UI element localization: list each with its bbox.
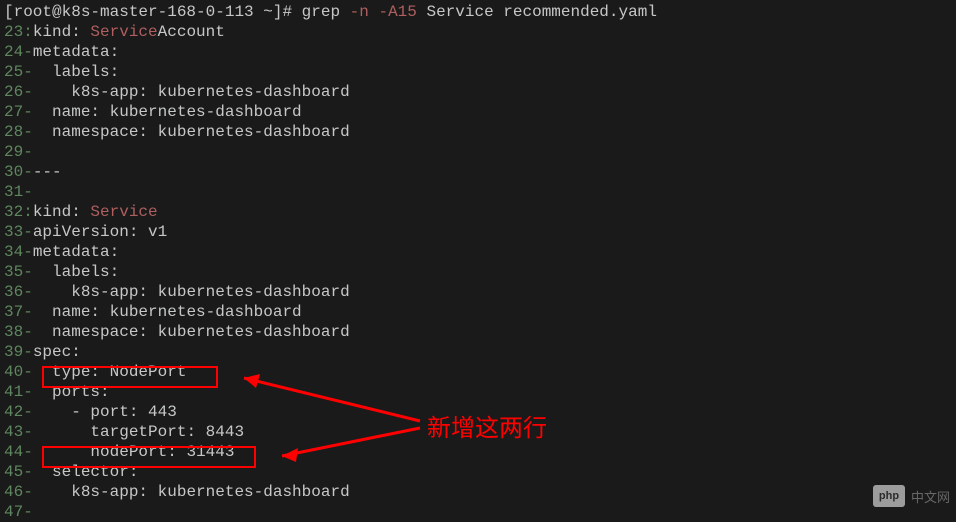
output-line: 35- labels: <box>4 262 952 282</box>
output-line: 27- name: kubernetes-dashboard <box>4 102 952 122</box>
watermark-text: 中文网 <box>911 487 950 506</box>
output-line: 47- <box>4 502 952 522</box>
watermark-logo: php <box>873 485 905 507</box>
output-line: 44- nodePort: 31443 <box>4 442 952 462</box>
output-line: 33-apiVersion: v1 <box>4 222 952 242</box>
output-line: 34-metadata: <box>4 242 952 262</box>
output-line: 23:kind: ServiceAccount <box>4 22 952 42</box>
output-line: 31- <box>4 182 952 202</box>
output-line: 25- labels: <box>4 62 952 82</box>
output-line: 41- ports: <box>4 382 952 402</box>
output-line: 26- k8s-app: kubernetes-dashboard <box>4 82 952 102</box>
output-line: 24-metadata: <box>4 42 952 62</box>
output-line: 43- targetPort: 8443 <box>4 422 952 442</box>
output-line: 32:kind: Service <box>4 202 952 222</box>
watermark: php 中文网 <box>873 485 950 507</box>
output-line: 30---- <box>4 162 952 182</box>
output-line: 46- k8s-app: kubernetes-dashboard <box>4 482 952 502</box>
output-line: 37- name: kubernetes-dashboard <box>4 302 952 322</box>
output-line: 40- type: NodePort <box>4 362 952 382</box>
output-line: 39-spec: <box>4 342 952 362</box>
terminal-output: [root@k8s-master-168-0-113 ~]# grep -n -… <box>4 2 952 522</box>
command-line: [root@k8s-master-168-0-113 ~]# grep -n -… <box>4 2 952 22</box>
output-line: 29- <box>4 142 952 162</box>
output-line: 28- namespace: kubernetes-dashboard <box>4 122 952 142</box>
output-line: 45- selector: <box>4 462 952 482</box>
output-line: 38- namespace: kubernetes-dashboard <box>4 322 952 342</box>
output-line: 42- - port: 443 <box>4 402 952 422</box>
output-line: 36- k8s-app: kubernetes-dashboard <box>4 282 952 302</box>
